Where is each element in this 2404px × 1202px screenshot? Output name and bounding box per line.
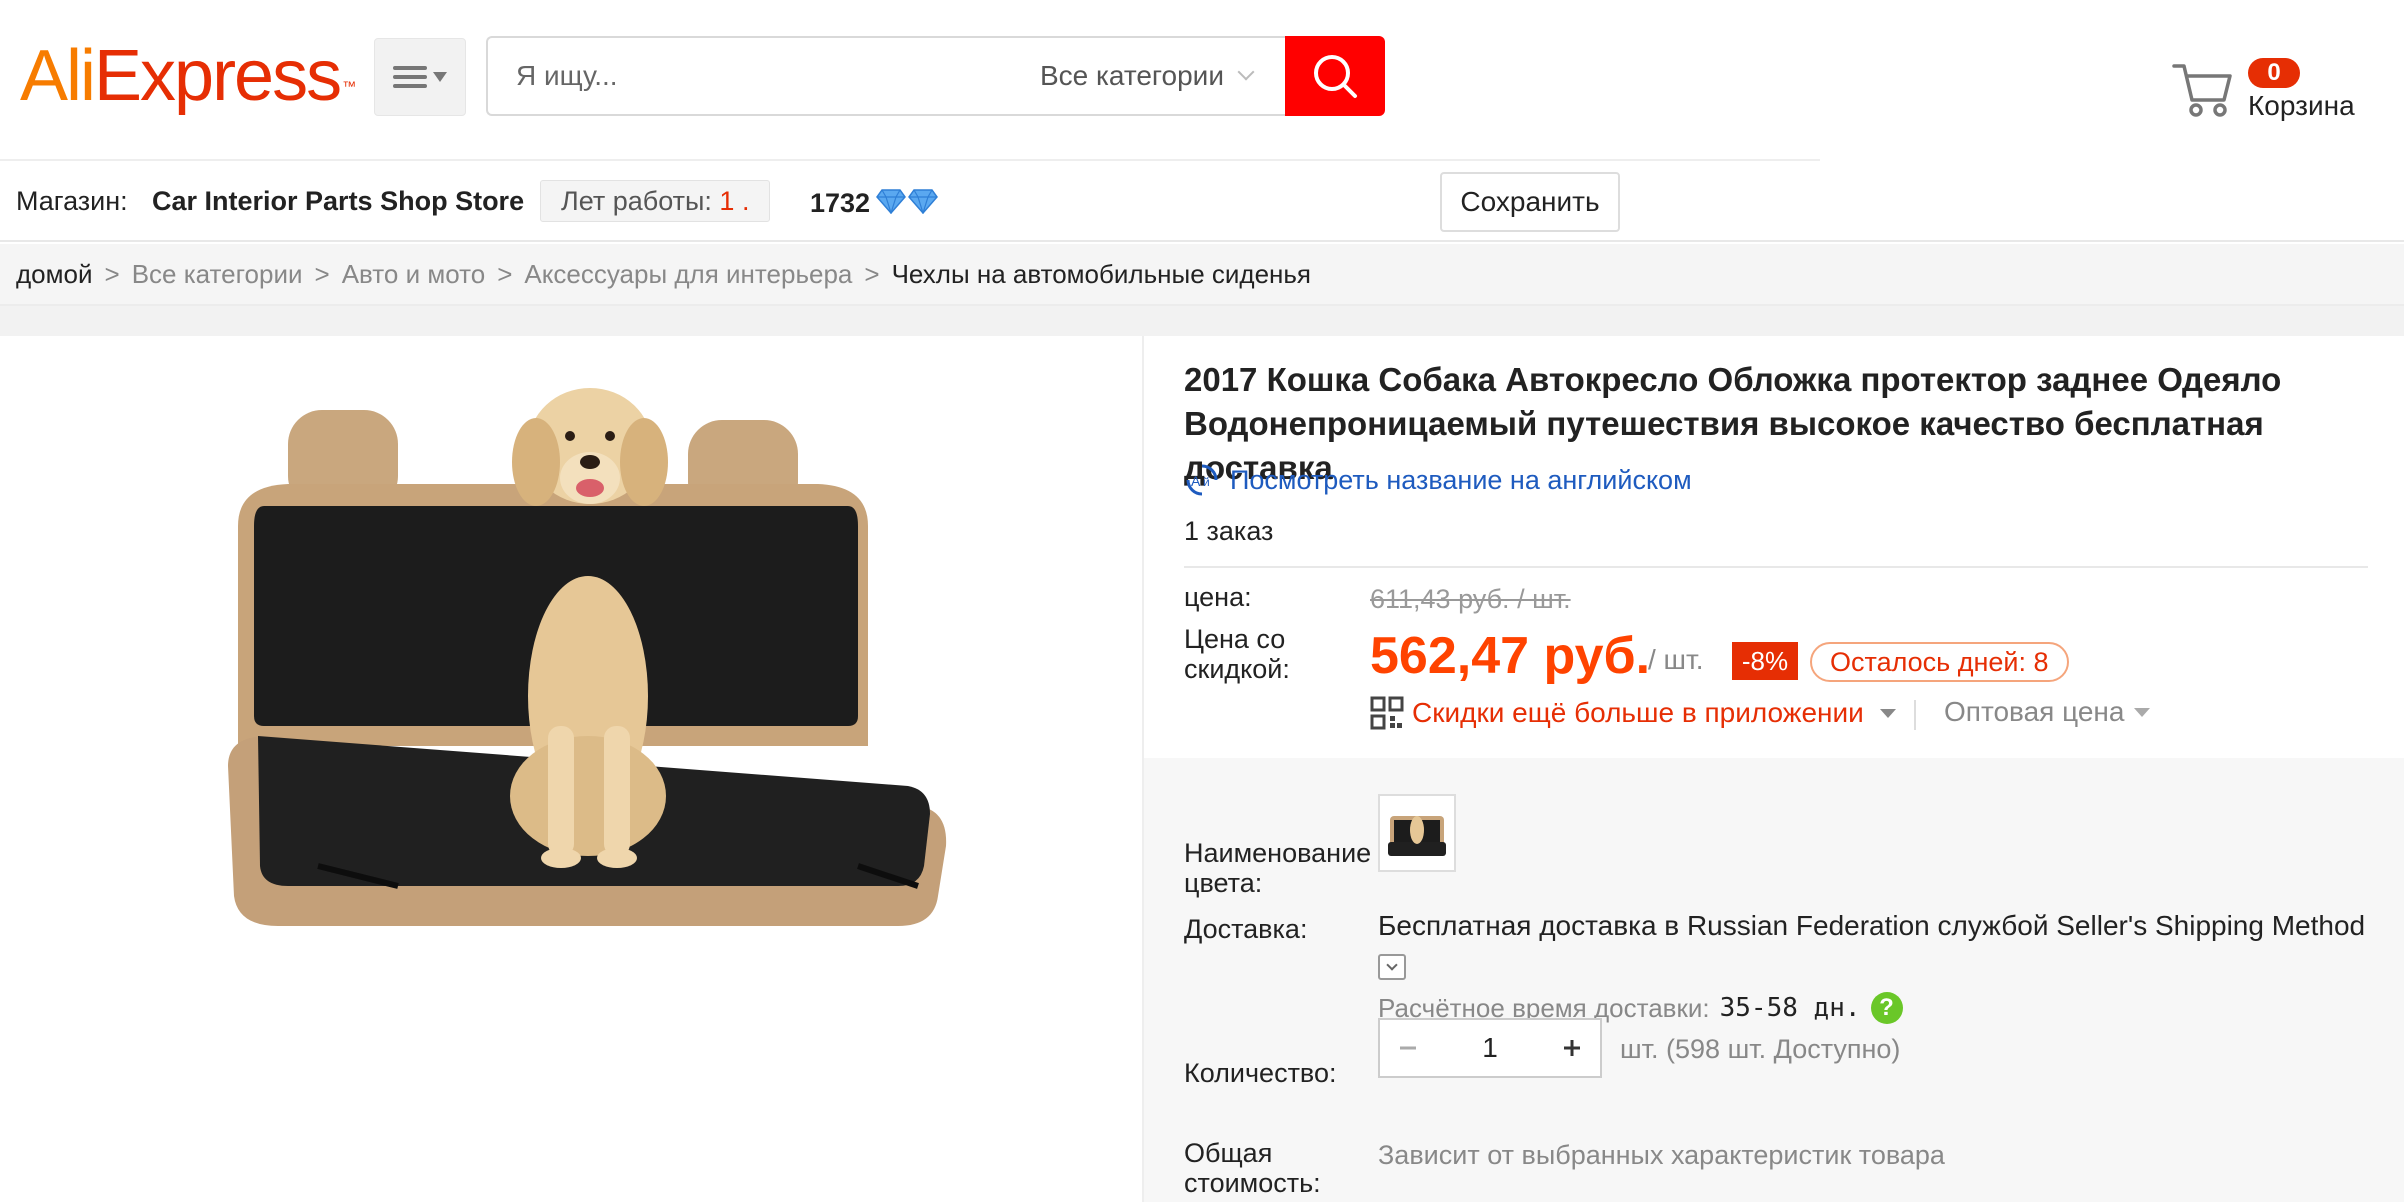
plus-icon <box>1564 1040 1580 1056</box>
search-bar: Все категории <box>486 36 1286 116</box>
store-label: Магазин: <box>16 186 128 216</box>
translate-icon: A й <box>1186 464 1218 496</box>
app-discount-dropdown[interactable]: Скидки ещё больше в приложении <box>1370 696 1896 730</box>
breadcrumb-item-home[interactable]: домой <box>16 259 93 290</box>
discount-price: 562,47 руб. <box>1370 627 1651 685</box>
minus-icon <box>1400 1046 1416 1050</box>
quantity-stepper <box>1378 1018 1602 1078</box>
store-bar: Магазин: Car Interior Parts Shop Store Л… <box>0 162 2404 242</box>
color-label: Наименование цвета: <box>1184 838 1372 898</box>
total-price-note: Зависит от выбранных характеристик товар… <box>1378 1140 1945 1170</box>
cart-count-badge: 0 <box>2248 58 2300 88</box>
breadcrumb-item-seat-covers[interactable]: Чехлы на автомобильные сиденья <box>892 259 1311 290</box>
color-thumbnail <box>1388 816 1446 856</box>
cart-label: Корзина <box>2248 90 2355 121</box>
diamond-icon <box>908 189 938 214</box>
total-label: Общая стоимость: <box>1184 1138 1321 1198</box>
search-category-select[interactable]: Все категории <box>1040 60 1255 92</box>
aliexpress-logo[interactable]: AliExpress ™ <box>20 34 356 118</box>
header-divider <box>0 159 1820 161</box>
app-discount-label: Скидки ещё больше в приложении <box>1412 697 1864 728</box>
breadcrumb-separator: > <box>497 258 513 289</box>
color-swatch[interactable] <box>1378 794 1456 872</box>
orders-count: 1 заказ <box>1184 516 1274 546</box>
qr-code-icon <box>1370 696 1404 730</box>
shipping-label: Доставка: <box>1184 914 1308 944</box>
breadcrumb-separator: > <box>104 258 120 289</box>
category-menu-button[interactable] <box>374 38 466 116</box>
site-header: AliExpress™ Все категории 0 Корзина <box>0 0 2404 161</box>
svg-text:A: A <box>1191 473 1201 489</box>
product-options: Наименование цвета: Доставка: Бесплатная… <box>1144 758 2404 1202</box>
quantity-decrease-button[interactable] <box>1380 1020 1436 1076</box>
diamond-icon <box>876 189 906 214</box>
breadcrumb-item-all-categories[interactable]: Все категории <box>132 259 303 290</box>
search-category-label: Все категории <box>1040 60 1224 91</box>
price-divider <box>1184 566 2368 568</box>
wholesale-price-dropdown[interactable]: Оптовая цена <box>1944 696 2151 728</box>
search-icon <box>1314 55 1357 98</box>
chevron-down-icon <box>1386 959 1398 971</box>
cart-link[interactable]: 0 Корзина <box>2170 50 2390 130</box>
save-store-button[interactable]: Сохранить <box>1440 172 1620 232</box>
search-button[interactable] <box>1285 36 1385 116</box>
product-gallery-panel <box>8 336 1144 1202</box>
caret-down-icon <box>1879 708 1896 718</box>
shipping-destination-link[interactable]: Russian Federation службой Seller's Ship… <box>1687 910 2365 941</box>
store-feedback-score[interactable]: 1732 <box>810 188 870 219</box>
svg-text:й: й <box>1203 475 1210 489</box>
breadcrumb-item-auto-moto[interactable]: Авто и мото <box>342 259 485 290</box>
wholesale-label: Оптовая цена <box>1944 696 2125 727</box>
discount-price-label: Цена со скидкой: <box>1184 624 1290 684</box>
store-years-badge: Лет работы: 1 . <box>540 180 771 222</box>
help-icon[interactable]: ? <box>1870 992 1903 1024</box>
quantity-input[interactable] <box>1436 1020 1544 1076</box>
section-gap <box>0 306 2404 336</box>
eta-value: 35-58 дн. <box>1719 993 1861 1023</box>
breadcrumb-item-interior-accessories[interactable]: Аксессуары для интерьера <box>524 259 852 290</box>
caret-down-icon <box>433 72 447 82</box>
product-image[interactable] <box>218 366 1038 966</box>
quantity-increase-button[interactable] <box>1544 1020 1600 1076</box>
caret-down-icon <box>2134 707 2151 717</box>
store-rating-diamonds <box>876 188 938 214</box>
breadcrumb: домой > Все категории > Авто и мото > Ак… <box>0 244 2404 306</box>
price-unit: / шт. <box>1648 644 1704 675</box>
breadcrumb-separator: > <box>314 258 330 289</box>
translate-title-label: Посмотреть название на английском <box>1230 464 1692 495</box>
divider <box>1914 700 1916 730</box>
quantity-label: Количество: <box>1184 1058 1337 1088</box>
product-main: 2017 Кошка Собака Автокресло Обложка про… <box>8 336 2404 1202</box>
translate-title-link[interactable]: A й Посмотреть название на английском <box>1184 462 1692 498</box>
days-left-badge: Осталось дней: 8 <box>1810 642 2069 682</box>
shipping-info: Бесплатная доставка в Russian Federation… <box>1378 910 2365 942</box>
product-info-panel: 2017 Кошка Собака Автокресло Обложка про… <box>1144 336 2404 1202</box>
shipping-free-label: Бесплатная доставка в <box>1378 910 1680 941</box>
search-input[interactable] <box>516 56 956 96</box>
discount-badge: -8% <box>1732 642 1798 680</box>
breadcrumb-separator: > <box>864 258 880 289</box>
chevron-down-icon <box>1237 63 1255 81</box>
quantity-available: шт. (598 шт. Доступно) <box>1620 1034 1901 1064</box>
store-name-link[interactable]: Car Interior Parts Shop Store <box>152 186 524 217</box>
price-label: цена: <box>1184 582 1252 612</box>
cart-icon <box>2172 64 2232 117</box>
original-price: 611,43 руб. / шт. <box>1370 584 1571 614</box>
menu-icon <box>393 66 427 88</box>
shipping-options-dropdown[interactable] <box>1378 954 1406 980</box>
